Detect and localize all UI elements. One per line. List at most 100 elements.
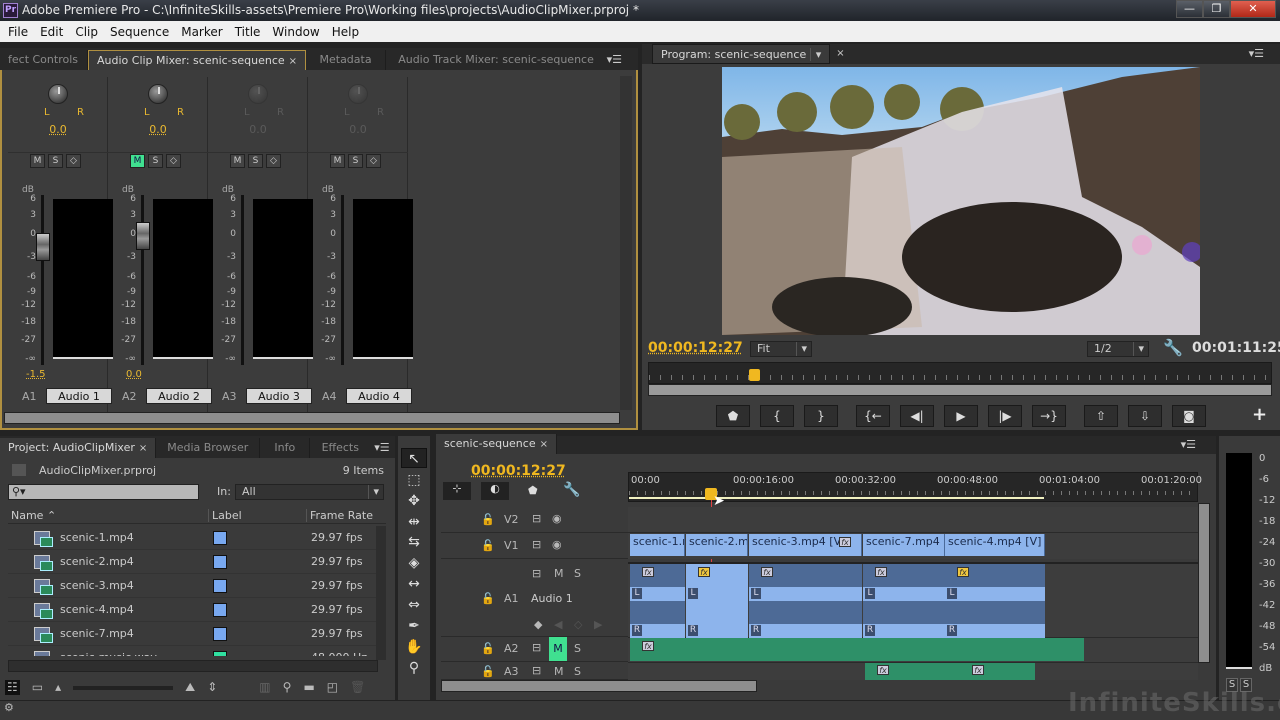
add-marker-icon[interactable]: ⬟ [528, 484, 538, 497]
close-tab-icon[interactable]: × [836, 44, 844, 64]
in-filter-dropdown[interactable]: All ▾ [235, 484, 384, 500]
tab-scenic-sequence[interactable]: scenic-sequence × [436, 434, 557, 454]
track-label-v1[interactable]: V1 [504, 539, 519, 552]
audio-clip-a1-r[interactable]: R [749, 601, 862, 638]
pan-value[interactable]: 0.0 [108, 123, 208, 136]
audio-clip-a3[interactable]: fx fx [865, 663, 1035, 680]
mute-button[interactable]: M [330, 154, 345, 168]
audio-clip-a1-l[interactable]: Lfx [945, 564, 1045, 601]
toggle-sync-lock-icon[interactable]: ⊟ [532, 641, 541, 654]
ripple-edit-tool-icon[interactable]: ✥ [401, 491, 427, 511]
wrench-settings-icon[interactable]: 🔧 [1163, 338, 1183, 357]
go-to-out-button[interactable]: →} [1032, 405, 1066, 427]
keyframe-toggle-button[interactable]: ◇ [366, 154, 381, 168]
keyframe-icon[interactable]: ◆ [534, 618, 542, 631]
track-label-a3[interactable]: A3 [504, 665, 519, 678]
pan-value[interactable]: 0.0 [308, 123, 408, 136]
program-current-timecode[interactable]: 00:00:12:27 [648, 340, 743, 356]
solo-button[interactable]: S [574, 567, 581, 580]
step-forward-button[interactable]: |▶ [988, 405, 1022, 427]
audio-clip-a1-r[interactable]: R [863, 601, 945, 638]
trash-icon[interactable]: 🗑 [350, 680, 365, 695]
keyframe-toggle-button[interactable]: ◇ [66, 154, 81, 168]
export-frame-button[interactable]: ◙ [1172, 405, 1206, 427]
slide-tool-icon[interactable]: ⇔ [401, 595, 427, 615]
audio-clip-a1-l[interactable]: Lfx [749, 564, 862, 601]
lock-icon[interactable]: 🔓 [481, 642, 495, 655]
track-lane-v2[interactable] [628, 507, 1198, 533]
gear-icon[interactable]: ⚙ [4, 701, 14, 714]
track-select-tool-icon[interactable]: ⬚ [401, 470, 427, 490]
timeline-horizontal-scrollbar[interactable] [441, 680, 757, 692]
video-clip[interactable]: scenic-1.n [630, 534, 685, 556]
column-name[interactable]: Name ⌃ [11, 509, 56, 522]
lock-icon[interactable]: 🔓 [481, 539, 495, 552]
menu-edit[interactable]: Edit [36, 25, 71, 39]
solo-button[interactable]: S [248, 154, 263, 168]
video-clip[interactable]: scenic-3.mp4 [V] fx [749, 534, 862, 556]
mixer-vertical-scrollbar[interactable] [620, 76, 632, 410]
tab-project[interactable]: Project: AudioClipMixer × [0, 438, 157, 458]
new-item-icon[interactable]: ◰ [327, 680, 338, 695]
track-label-a1[interactable]: A1 [504, 592, 519, 605]
panel-menu-icon[interactable]: ▾☰ [1249, 44, 1264, 64]
video-clip[interactable]: scenic-4.mp4 [V] [945, 534, 1045, 556]
tab-program[interactable]: Program: scenic-sequence ▾ [652, 44, 831, 64]
solo-button[interactable]: S [574, 642, 581, 655]
marker-button[interactable]: ⬟ [716, 405, 750, 427]
minimize-button[interactable]: — [1176, 0, 1203, 18]
new-bin-icon[interactable]: ▬ [303, 680, 314, 695]
sort-icon[interactable]: ⇕ [207, 680, 217, 695]
lock-icon[interactable]: 🔓 [481, 665, 495, 678]
razor-tool-icon[interactable]: ◈ [401, 553, 427, 573]
pen-tool-icon[interactable]: ✒ [401, 616, 427, 636]
close-tab-icon[interactable]: × [540, 439, 548, 450]
audio-clip-a1-l[interactable]: Lfx [630, 564, 685, 601]
volume-fader-handle[interactable] [136, 222, 150, 251]
menu-help[interactable]: Help [328, 25, 367, 39]
fader-value[interactable]: 0.0 [126, 369, 142, 380]
label-color-swatch[interactable] [213, 603, 227, 617]
add-button-icon[interactable]: + [1252, 404, 1267, 425]
pan-value[interactable]: 0.0 [208, 123, 308, 136]
mark-out-button[interactable]: } [804, 405, 838, 427]
panel-menu-icon[interactable]: ▾☰ [1181, 436, 1196, 454]
pan-value[interactable]: 0.0 [8, 123, 108, 136]
automate-to-sequence-icon[interactable]: ▥ [259, 680, 270, 695]
column-frame-rate[interactable]: Frame Rate [306, 509, 373, 522]
solo-button[interactable]: S [148, 154, 163, 168]
audio-clip-a2-music[interactable]: fx [630, 638, 1084, 661]
selection-tool-icon[interactable]: ↖ [401, 448, 427, 468]
mute-button[interactable]: M [130, 154, 145, 168]
thumbnail-zoom-slider[interactable] [73, 686, 174, 690]
menu-clip[interactable]: Clip [71, 25, 106, 39]
mixer-horizontal-scrollbar[interactable] [4, 412, 620, 424]
pan-knob-icon[interactable] [248, 84, 268, 104]
timeline-current-timecode[interactable]: 00:00:12:27 [471, 463, 566, 479]
pan-knob-icon[interactable] [48, 84, 68, 104]
timeline-settings-icon[interactable]: 🔧 [563, 482, 580, 498]
slip-tool-icon[interactable]: ↔ [401, 574, 427, 594]
program-playhead[interactable] [749, 369, 761, 381]
program-video-frame[interactable] [722, 67, 1200, 335]
linked-selection-icon[interactable]: ◐ [481, 482, 509, 500]
audio-clip-a1-r[interactable]: R [945, 601, 1045, 638]
work-area-bar[interactable] [629, 497, 1044, 499]
toggle-sync-lock-icon[interactable]: ⊟ [532, 664, 541, 677]
solo-button[interactable]: S [574, 665, 581, 678]
track-name-field[interactable]: Audio 4 [346, 388, 412, 404]
lift-button[interactable]: ⇧ [1084, 405, 1118, 427]
pan-knob-icon[interactable] [348, 84, 368, 104]
zoom-level-dropdown[interactable]: Fit ▾ [750, 341, 812, 357]
video-clip[interactable]: scenic-2.mp [686, 534, 748, 556]
video-clip[interactable]: scenic-7.mp4 [V] [863, 534, 945, 556]
label-color-swatch[interactable] [213, 531, 227, 545]
menu-sequence[interactable]: Sequence [106, 25, 177, 39]
mute-button-active[interactable]: M [549, 637, 567, 661]
track-label-a2[interactable]: A2 [504, 642, 519, 655]
close-tab-icon[interactable]: × [139, 443, 147, 454]
menu-window[interactable]: Window [268, 25, 327, 39]
program-zoom-scrollbar[interactable] [648, 384, 1272, 396]
solo-button[interactable]: S [348, 154, 363, 168]
label-color-swatch[interactable] [213, 555, 227, 569]
